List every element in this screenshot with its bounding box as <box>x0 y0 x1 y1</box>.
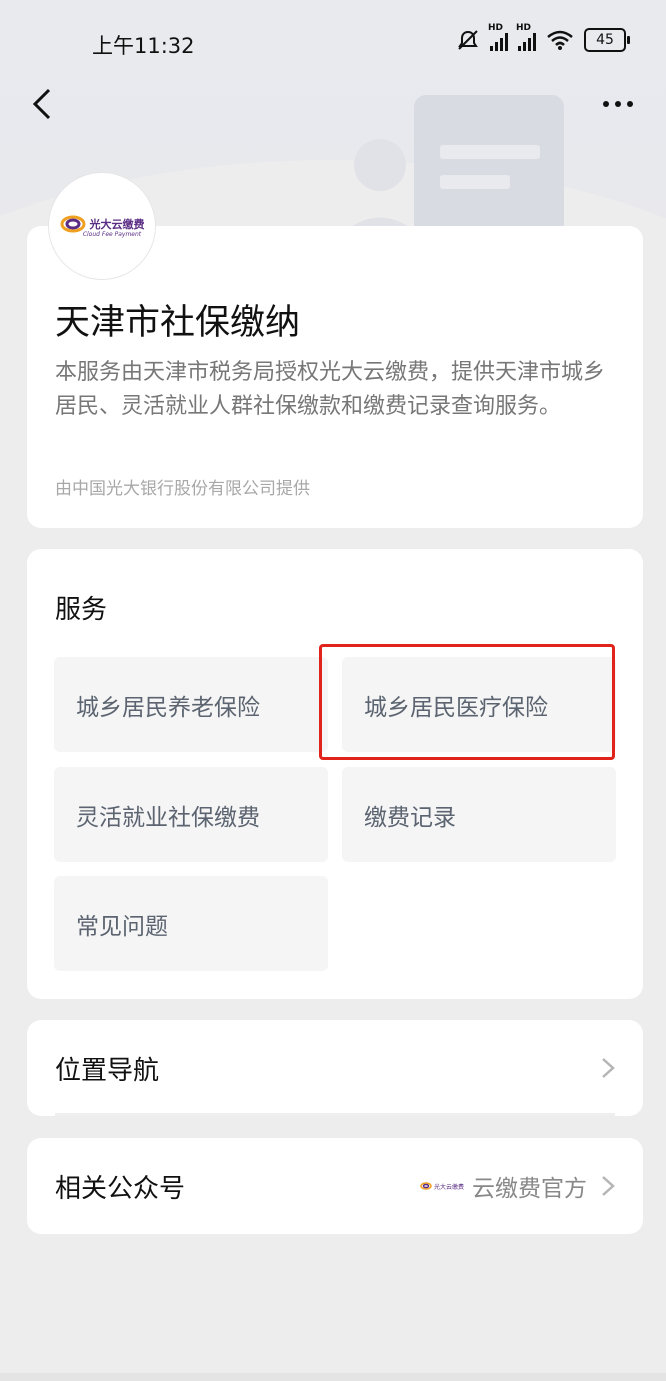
bottom-edge <box>0 1373 666 1381</box>
official-account-label: 相关公众号 <box>55 1173 186 1204</box>
status-time: 上午11:32 <box>92 34 195 58</box>
location-navigation-label: 位置导航 <box>55 1055 160 1086</box>
services-card: 服务 城乡居民养老保险 城乡居民医疗保险 灵活就业社保缴费 缴费记录 常见问题 <box>27 549 643 999</box>
official-account-info: 光大云缴费 云缴费官方 <box>420 1138 587 1234</box>
wifi-icon <box>547 30 573 50</box>
brand-logo-icon <box>420 1182 432 1190</box>
signal-icon: HD <box>488 23 508 51</box>
service-faq[interactable]: 常见问题 <box>54 876 328 971</box>
brand-logo-text: 光大云缴费 <box>89 217 145 231</box>
service-payment-records[interactable]: 缴费记录 <box>342 767 616 862</box>
service-description: 本服务由天津市税务局授权光大云缴费，提供天津市城乡居民、灵活就业人群社保缴款和缴… <box>55 360 606 419</box>
service-rural-pension[interactable]: 城乡居民养老保险 <box>54 657 328 752</box>
brand-logo-subtext: Cloud Fee Payment <box>82 230 142 238</box>
more-dots-icon <box>603 101 609 107</box>
official-account-name: 云缴费官方 <box>472 1176 587 1202</box>
chevron-right-icon <box>602 1176 615 1196</box>
services-section-title: 服务 <box>55 595 108 625</box>
back-button[interactable] <box>22 82 62 126</box>
bell-off-icon <box>458 30 478 50</box>
more-dots-icon <box>615 101 621 107</box>
service-rural-medical[interactable]: 城乡居民医疗保险 <box>342 657 616 752</box>
official-account-logo-text: 光大云缴费 <box>433 1183 464 1191</box>
signal-icon: HD <box>516 23 536 51</box>
chevron-right-icon <box>602 1058 615 1078</box>
chevron-left-icon <box>32 88 51 120</box>
more-dots-icon <box>627 101 633 107</box>
service-flexible-employment[interactable]: 灵活就业社保缴费 <box>54 767 328 862</box>
status-bar: 上午11:32 HD HD 45 <box>0 0 666 88</box>
battery-icon: 45 <box>584 28 630 52</box>
divider <box>55 1113 615 1116</box>
brand-logo: 光大云缴费 Cloud Fee Payment <box>48 172 156 280</box>
provider-text: 由中国光大银行股份有限公司提供 <box>55 479 310 499</box>
official-account-logo: 光大云缴费 <box>420 1182 464 1191</box>
status-icons: HD HD 45 <box>456 23 630 52</box>
brand-logo-icon <box>60 215 85 232</box>
more-options-button[interactable] <box>594 86 642 122</box>
location-navigation-row[interactable]: 位置导航 <box>27 1020 643 1116</box>
official-account-row[interactable]: 相关公众号 光大云缴费 云缴费官方 <box>27 1138 643 1234</box>
page-title: 天津市社保缴纳 <box>55 303 301 343</box>
